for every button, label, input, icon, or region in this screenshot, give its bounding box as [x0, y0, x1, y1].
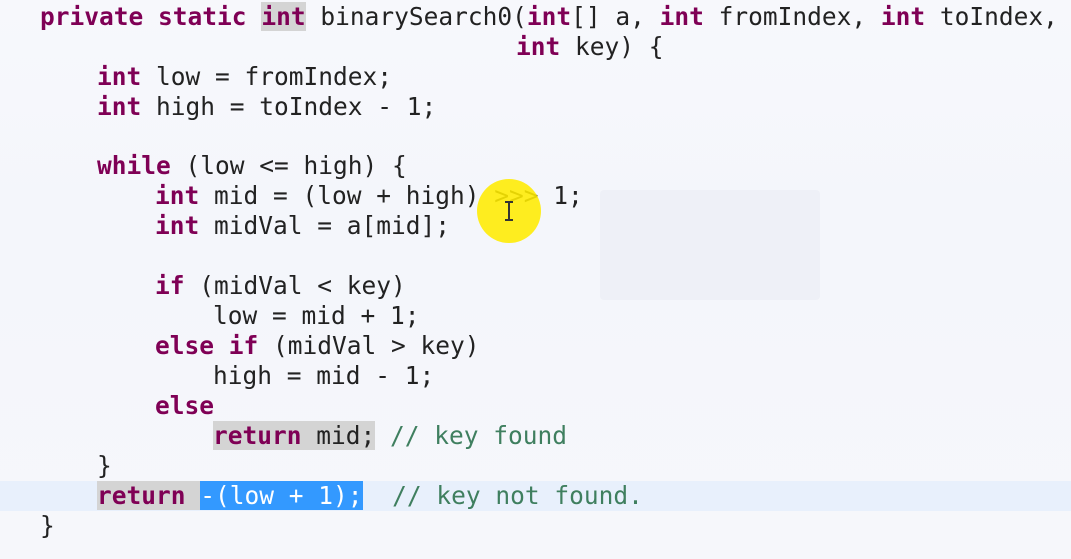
code-token [185, 481, 201, 510]
code-token: mid; [301, 421, 376, 450]
code-token: while [97, 151, 171, 180]
code-token: toIndex, [925, 2, 1058, 31]
text-cursor-icon [505, 201, 513, 221]
code-token: low = mid + 1; [213, 301, 420, 330]
code-token: // key found [390, 421, 568, 450]
code-token: int [97, 92, 142, 121]
code-token: [] a, [571, 2, 660, 31]
code-token: high = mid - 1; [213, 361, 435, 390]
code-token: int [155, 181, 200, 210]
code-line-12[interactable]: else if (midVal > key) [155, 331, 480, 361]
code-line-18[interactable]: } [40, 511, 55, 541]
code-token: if [228, 331, 259, 360]
code-line-1[interactable]: private static int binarySearch0(int[] a… [40, 2, 1058, 32]
code-token: int [155, 211, 200, 240]
code-line-15[interactable]: return mid; // key found [213, 421, 567, 451]
code-token: (midVal < key) [184, 271, 406, 300]
code-line-4[interactable]: int high = toIndex - 1; [97, 92, 436, 122]
code-token: (low <= high) { [170, 151, 407, 180]
code-token: high = toIndex - 1; [141, 92, 437, 121]
code-token: // key not found. [392, 481, 643, 510]
code-token: else [155, 391, 215, 420]
code-token: midVal = a[mid]; [199, 211, 451, 240]
code-token: return [97, 481, 186, 510]
code-token: -(low + 1); [200, 481, 363, 510]
code-line-6[interactable]: while (low <= high) { [97, 151, 407, 181]
code-token: return [213, 421, 302, 450]
code-line-13[interactable]: high = mid - 1; [213, 361, 434, 391]
code-line-16[interactable]: } [97, 451, 112, 481]
code-token: int [261, 2, 306, 31]
code-token: static [158, 2, 247, 31]
code-token: } [97, 451, 112, 480]
code-token: binarySearch0( [305, 2, 527, 31]
code-token: int [880, 2, 926, 31]
code-token: } [40, 511, 55, 540]
code-line-3[interactable]: int low = fromIndex; [97, 62, 392, 92]
code-editor[interactable]: private static int binarySearch0(int[] a… [0, 0, 1071, 559]
code-token: fromIndex, [703, 2, 881, 31]
code-line-10[interactable]: if (midVal < key) [155, 271, 406, 301]
code-token: int [526, 2, 572, 31]
code-token: key) { [560, 32, 664, 61]
code-line-11[interactable]: low = mid + 1; [213, 301, 420, 331]
code-line-8[interactable]: int midVal = a[mid]; [155, 211, 450, 241]
background-watermark [600, 190, 820, 300]
code-token: int [97, 62, 142, 91]
code-token: private [40, 2, 144, 31]
code-token: int [516, 32, 561, 61]
code-line-2[interactable]: int key) { [516, 32, 664, 62]
code-token: int [659, 2, 704, 31]
code-token: (midVal > key) [258, 331, 480, 360]
code-token: else [155, 331, 215, 360]
code-token: low = fromIndex; [141, 62, 393, 91]
code-line-17[interactable]: return -(low + 1); // key not found. [97, 481, 643, 511]
code-token: if [155, 271, 185, 300]
code-line-14[interactable]: else [155, 391, 214, 421]
